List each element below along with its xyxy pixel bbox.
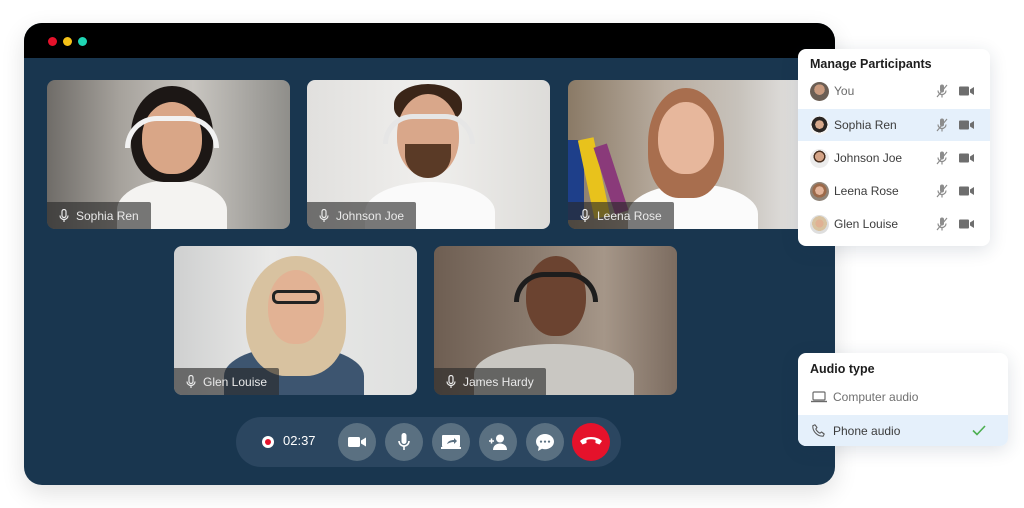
chat-bubble-icon bbox=[536, 433, 554, 451]
record-icon bbox=[262, 436, 274, 448]
microphone-muted-icon[interactable] bbox=[936, 151, 948, 165]
microphone-muted-icon[interactable] bbox=[936, 184, 948, 198]
headphones-graphic bbox=[383, 114, 475, 144]
title-bar bbox=[24, 23, 835, 58]
panel-title: Audio type bbox=[810, 362, 875, 376]
microphone-icon bbox=[59, 208, 69, 222]
participant-name: Johnson Joe bbox=[834, 151, 903, 165]
participant-name: Leena Rose bbox=[597, 208, 662, 223]
add-user-icon bbox=[489, 434, 507, 450]
audio-type-panel: Audio type Computer audio Phone audio bbox=[798, 353, 1008, 446]
participant-row-you[interactable]: You bbox=[798, 75, 990, 107]
audio-option-phone[interactable]: Phone audio bbox=[798, 415, 1008, 446]
headphones-graphic bbox=[125, 116, 219, 148]
video-camera-icon bbox=[348, 437, 366, 447]
end-call-button[interactable] bbox=[572, 423, 610, 461]
participant-name: Sophia Ren bbox=[76, 208, 139, 223]
checkmark-icon bbox=[972, 425, 986, 436]
participant-name-label: Leena Rose bbox=[568, 202, 674, 229]
participant-name: Leena Rose bbox=[834, 184, 899, 198]
video-tile-leena-rose[interactable]: Leena Rose bbox=[568, 80, 811, 229]
participant-name: You bbox=[834, 84, 855, 98]
avatar bbox=[810, 115, 829, 135]
laptop-icon bbox=[811, 390, 827, 402]
avatar bbox=[810, 214, 829, 234]
microphone-icon bbox=[446, 374, 456, 388]
audio-option-label: Phone audio bbox=[833, 423, 901, 438]
participant-name-label: Sophia Ren bbox=[47, 202, 151, 229]
audio-option-label: Computer audio bbox=[833, 389, 919, 404]
microphone-icon bbox=[319, 208, 329, 222]
microphone-toggle-button[interactable] bbox=[385, 423, 423, 461]
microphone-icon bbox=[398, 433, 410, 450]
chat-button[interactable] bbox=[526, 423, 564, 461]
video-toggle-button[interactable] bbox=[338, 423, 376, 461]
minimize-window-button[interactable] bbox=[63, 37, 72, 46]
manage-participants-panel: Manage Participants You Sophia Ren Johns… bbox=[798, 49, 990, 246]
video-camera-icon[interactable] bbox=[959, 153, 974, 163]
maximize-window-button[interactable] bbox=[78, 37, 87, 46]
microphone-muted-icon[interactable] bbox=[936, 217, 948, 231]
microphone-muted-icon[interactable] bbox=[936, 118, 948, 132]
share-screen-icon bbox=[441, 435, 461, 449]
panel-title: Manage Participants bbox=[810, 57, 932, 71]
avatar bbox=[810, 148, 829, 168]
phone-icon bbox=[812, 424, 825, 437]
participant-name: Glen Louise bbox=[203, 374, 268, 389]
video-tile-james-hardy[interactable]: James Hardy bbox=[434, 246, 677, 395]
phone-hangup-icon bbox=[580, 437, 602, 445]
participant-row-glen-louise[interactable]: Glen Louise bbox=[798, 208, 990, 240]
participant-name: Glen Louise bbox=[834, 217, 899, 231]
participant-name-label: Glen Louise bbox=[174, 368, 280, 395]
call-controls-bar: 02:37 bbox=[236, 417, 621, 467]
video-camera-icon[interactable] bbox=[959, 86, 974, 96]
microphone-muted-icon[interactable] bbox=[936, 84, 948, 98]
video-tile-johnson-joe[interactable]: Johnson Joe bbox=[307, 80, 550, 229]
audio-option-computer[interactable]: Computer audio bbox=[798, 381, 1008, 412]
video-camera-icon[interactable] bbox=[959, 219, 974, 229]
call-timer: 02:37 bbox=[283, 433, 316, 448]
video-camera-icon[interactable] bbox=[959, 120, 974, 130]
close-window-button[interactable] bbox=[48, 37, 57, 46]
participant-name-label: James Hardy bbox=[434, 368, 546, 395]
video-tile-sophia-ren[interactable]: Sophia Ren bbox=[47, 80, 290, 229]
microphone-icon bbox=[186, 374, 196, 388]
glasses-graphic bbox=[272, 290, 320, 304]
participant-name: James Hardy bbox=[463, 374, 534, 389]
participant-row-leena-rose[interactable]: Leena Rose bbox=[798, 175, 990, 207]
participant-row-sophia-ren[interactable]: Sophia Ren bbox=[798, 109, 990, 141]
participant-row-johnson-joe[interactable]: Johnson Joe bbox=[798, 142, 990, 174]
participant-name: Johnson Joe bbox=[336, 208, 405, 223]
participant-name-label: Johnson Joe bbox=[307, 202, 417, 229]
video-tile-glen-louise[interactable]: Glen Louise bbox=[174, 246, 417, 395]
participant-name: Sophia Ren bbox=[834, 118, 897, 132]
share-screen-button[interactable] bbox=[432, 423, 470, 461]
microphone-icon bbox=[580, 208, 590, 222]
avatar bbox=[810, 81, 829, 101]
video-camera-icon[interactable] bbox=[959, 186, 974, 196]
add-participant-button[interactable] bbox=[479, 423, 517, 461]
video-call-window: Sophia Ren Johnson Joe Leena Rose Glen L… bbox=[24, 23, 835, 485]
avatar bbox=[810, 181, 829, 201]
